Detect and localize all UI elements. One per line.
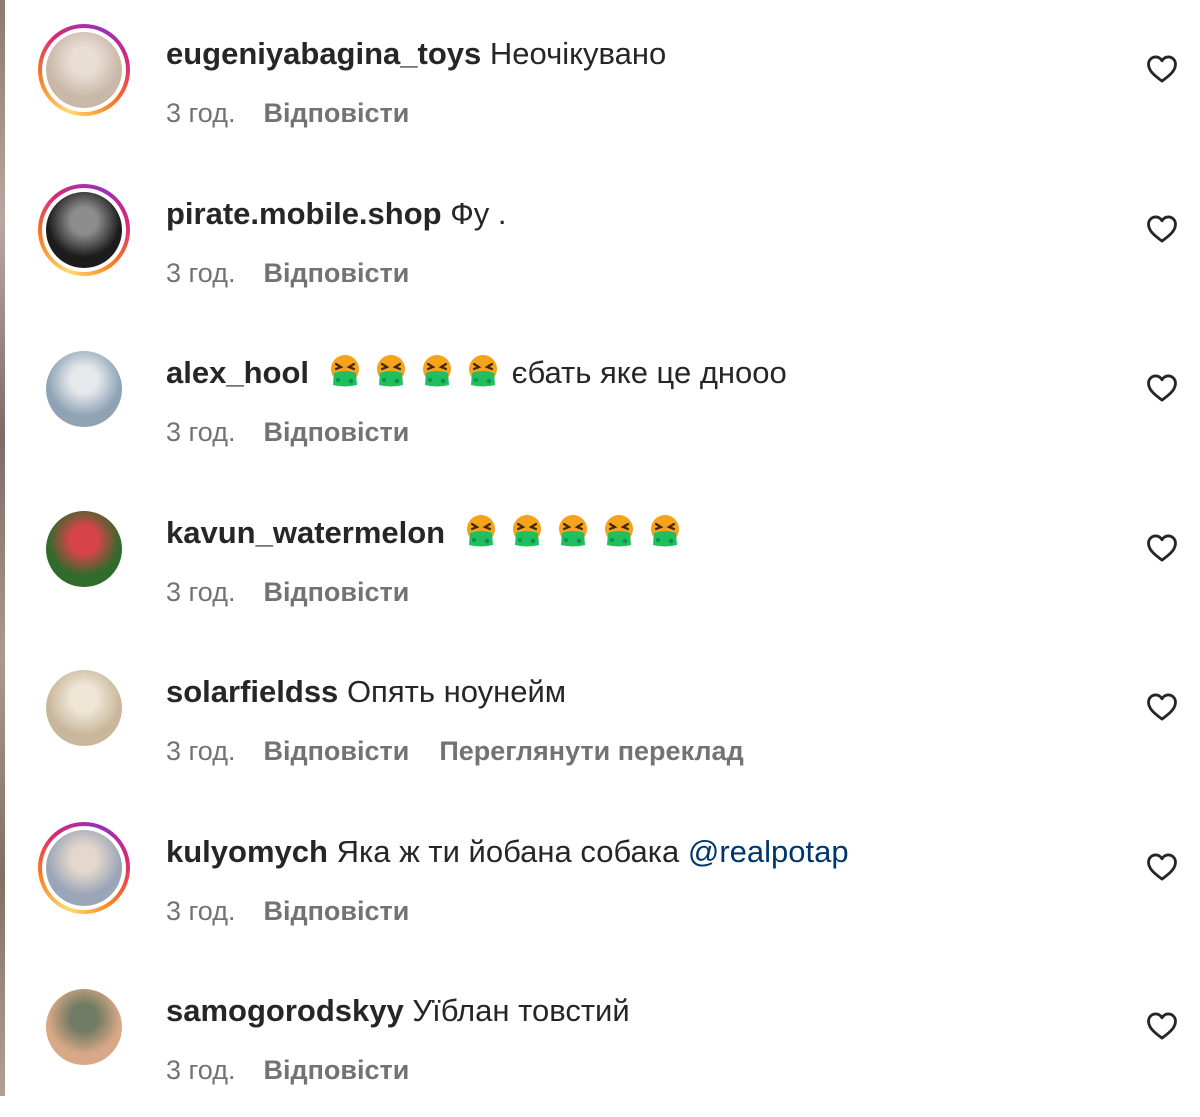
comment-row: kulyomych Яка ж ти йобана собака @realpo…	[0, 798, 1200, 958]
face-vomiting-emoji	[604, 515, 633, 547]
comment-row: alex_hool єбать яке це дноoo 3 год. Відпов…	[0, 319, 1200, 479]
comment-username[interactable]: kulyomych	[166, 834, 328, 869]
comment-text: Опять ноунейм	[346, 674, 567, 709]
comment-text: Фу .	[450, 196, 507, 231]
avatar[interactable]	[46, 32, 122, 108]
comment-meta: 3 год. Відповісти	[166, 255, 439, 291]
avatar-story-ring[interactable]	[38, 24, 130, 116]
avatar-wrapper[interactable]	[38, 503, 130, 595]
avatar-wrapper[interactable]	[38, 343, 130, 435]
reply-button[interactable]: Відповісти	[263, 577, 409, 607]
comment-text: Уїблан товстий	[412, 993, 630, 1028]
face-vomiting-emoji	[466, 515, 495, 547]
comment-username[interactable]: solarfieldss	[166, 674, 338, 709]
comment-timestamp: 3 год.	[166, 258, 236, 288]
reply-button[interactable]: Відповісти	[263, 896, 409, 926]
comment-text: Яка ж ти йобана собака	[336, 834, 680, 869]
avatar-story-ring[interactable]	[38, 184, 130, 276]
avatar[interactable]	[46, 192, 122, 268]
reply-button[interactable]: Відповісти	[263, 417, 409, 447]
comment-body: kulyomych Яка ж ти йобана собака @realpo…	[166, 830, 849, 874]
comment-row: samogorodskyy Уїблан товстий 3 год. Відпов…	[0, 957, 1200, 1117]
comment-username[interactable]: eugeniyabagina_toys	[166, 36, 481, 71]
mention-link[interactable]: @realpotap	[688, 834, 849, 869]
comment-text: Неочікувано	[489, 36, 667, 71]
comment-timestamp: 3 год.	[166, 577, 236, 607]
avatar-story-ring[interactable]	[38, 822, 130, 914]
face-vomiting-emoji	[422, 355, 451, 387]
avatar[interactable]	[46, 670, 122, 746]
comment-timestamp: 3 год.	[166, 736, 236, 766]
comment-meta: 3 год. Відповісти	[166, 414, 439, 450]
comment-body: solarfieldss Опять ноунейм	[166, 670, 566, 714]
comment-row: solarfieldss Опять ноунейм 3 год. Відповіс…	[0, 638, 1200, 798]
emoji-group	[328, 355, 512, 390]
reply-button[interactable]: Відповісти	[263, 736, 409, 766]
comment-username[interactable]: alex_hool	[166, 355, 309, 390]
heart-outline-icon[interactable]	[1145, 371, 1179, 405]
comment-meta: 3 год. Відповісти	[166, 95, 439, 131]
heart-outline-icon[interactable]	[1145, 1009, 1179, 1043]
comment-timestamp: 3 год.	[166, 896, 236, 926]
heart-outline-icon[interactable]	[1145, 850, 1179, 884]
face-vomiting-emoji	[468, 355, 497, 387]
face-vomiting-emoji	[512, 515, 541, 547]
avatar[interactable]	[46, 511, 122, 587]
face-vomiting-emoji	[330, 355, 359, 387]
comment-meta: 3 год. Відповісти	[166, 893, 439, 929]
comment-username[interactable]: kavun_watermelon	[166, 515, 445, 550]
comment-timestamp: 3 год.	[166, 1055, 236, 1085]
comment-meta: 3 год. Відповісти	[166, 1052, 439, 1088]
comment-body: kavun_watermelon	[166, 511, 694, 555]
avatar-wrapper[interactable]	[38, 981, 130, 1073]
face-vomiting-emoji	[558, 515, 587, 547]
comment-body: pirate.mobile.shop Фу .	[166, 192, 507, 236]
reply-button[interactable]: Відповісти	[263, 98, 409, 128]
avatar[interactable]	[46, 989, 122, 1065]
comment-meta: 3 год. Відповісти	[166, 574, 439, 610]
comment-username[interactable]: samogorodskyy	[166, 993, 404, 1028]
comment-timestamp: 3 год.	[166, 98, 236, 128]
comment-row: kavun_watermelon 3 год. Відповісти	[0, 479, 1200, 639]
reply-button[interactable]: Відповісти	[263, 1055, 409, 1085]
see-translation-button[interactable]: Переглянути переклад	[439, 736, 743, 766]
comment-username[interactable]: pirate.mobile.shop	[166, 196, 442, 231]
comment-row: eugeniyabagina_toys Неочікувано 3 год. Від…	[0, 0, 1200, 160]
emoji-group	[464, 515, 694, 550]
avatar[interactable]	[46, 351, 122, 427]
heart-outline-icon[interactable]	[1145, 212, 1179, 246]
comment-body: alex_hool єбать яке це дноoo	[166, 351, 787, 395]
comment-timestamp: 3 год.	[166, 417, 236, 447]
heart-outline-icon[interactable]	[1145, 531, 1179, 565]
avatar[interactable]	[46, 830, 122, 906]
avatar-wrapper[interactable]	[38, 662, 130, 754]
comment-body: eugeniyabagina_toys Неочікувано	[166, 32, 666, 76]
reply-button[interactable]: Відповісти	[263, 258, 409, 288]
face-vomiting-emoji	[650, 515, 679, 547]
comment-row: pirate.mobile.shop Фу . 3 год. Відповісти	[0, 160, 1200, 320]
heart-outline-icon[interactable]	[1145, 690, 1179, 724]
comment-meta: 3 год. Відповісти Переглянути переклад	[166, 733, 744, 769]
heart-outline-icon[interactable]	[1145, 52, 1179, 86]
comment-text: єбать яке це дноoo	[511, 355, 787, 390]
face-vomiting-emoji	[376, 355, 405, 387]
comment-body: samogorodskyy Уїблан товстий	[166, 989, 630, 1033]
